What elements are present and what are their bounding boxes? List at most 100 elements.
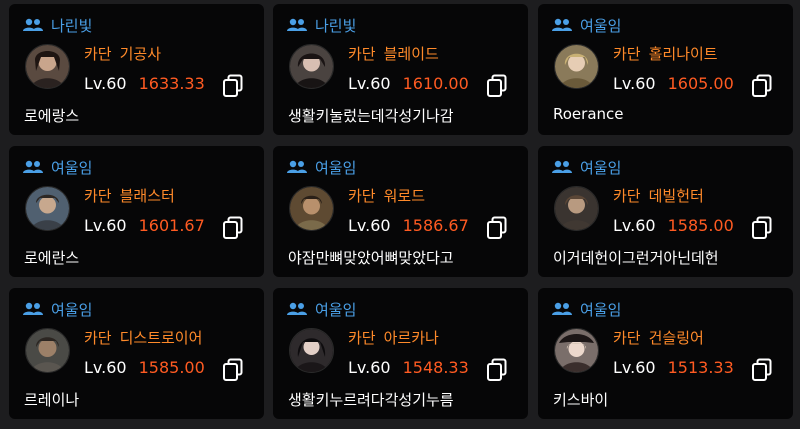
- guild-name: 여울임: [315, 158, 357, 177]
- character-card[interactable]: 나린빛 카단 기공사 Lv.60 1633.33 로에랑스: [9, 4, 264, 135]
- copy-icon[interactable]: [751, 216, 773, 240]
- class-row: 카단 기공사: [84, 43, 161, 64]
- character-card[interactable]: 나린빛 카단 블레이드 Lv.60 1610.00 생활키눌렀는데각성기나감: [273, 4, 528, 135]
- stats-row: Lv.60 1513.33: [613, 358, 734, 377]
- item-level: 1605.00: [667, 74, 734, 93]
- guild-row: 여울임: [287, 156, 356, 178]
- stats-row: Lv.60 1633.33: [84, 74, 205, 93]
- item-level: 1610.00: [402, 74, 469, 93]
- item-level: 1601.67: [138, 216, 205, 235]
- server-name: 카단: [613, 45, 641, 63]
- copy-icon[interactable]: [486, 216, 508, 240]
- character-level: Lv.60: [348, 216, 391, 235]
- character-portrait-icon: [25, 328, 70, 373]
- character-level: Lv.60: [348, 74, 391, 93]
- character-name: 로에란스: [24, 249, 80, 267]
- item-level: 1585.00: [667, 216, 734, 235]
- copy-icon[interactable]: [751, 358, 773, 382]
- character-level: Lv.60: [84, 74, 127, 93]
- character-level: Lv.60: [613, 74, 656, 93]
- server-name: 카단: [84, 45, 112, 63]
- character-portrait-icon: [25, 44, 70, 89]
- server-name: 카단: [348, 45, 376, 63]
- class-name: 디스트로이어: [119, 329, 203, 347]
- people-icon: [23, 302, 43, 315]
- server-name: 카단: [348, 329, 376, 347]
- people-icon: [23, 160, 43, 173]
- guild-row: 여울임: [552, 156, 621, 178]
- character-card[interactable]: 여울임 카단 워로드 Lv.60 1586.67 야잠만뼈맞았어뼈맞았다고: [273, 146, 528, 277]
- character-name: 로에랑스: [24, 107, 80, 125]
- character-portrait-icon: [289, 44, 334, 89]
- character-card[interactable]: 여울임 카단 아르카나 Lv.60 1548.33 생활키누르려다각성기누름: [273, 288, 528, 419]
- item-level: 1513.33: [667, 358, 734, 377]
- server-name: 카단: [348, 187, 376, 205]
- people-icon: [552, 302, 572, 315]
- stats-row: Lv.60 1605.00: [613, 74, 734, 93]
- server-name: 카단: [84, 187, 112, 205]
- class-row: 카단 데빌헌터: [613, 185, 704, 206]
- guild-row: 여울임: [23, 298, 92, 320]
- stats-row: Lv.60 1548.33: [348, 358, 469, 377]
- character-card[interactable]: 여울임 카단 건슬링어 Lv.60 1513.33 키스바이: [538, 288, 793, 419]
- character-portrait-icon: [554, 328, 599, 373]
- character-level: Lv.60: [613, 358, 656, 377]
- item-level: 1586.67: [402, 216, 469, 235]
- people-icon: [552, 160, 572, 173]
- character-level: Lv.60: [84, 216, 127, 235]
- character-card[interactable]: 여울임 카단 블래스터 Lv.60 1601.67 로에란스: [9, 146, 264, 277]
- guild-name: 여울임: [51, 158, 93, 177]
- character-card[interactable]: 여울임 카단 디스트로이어 Lv.60 1585.00 르레이나: [9, 288, 264, 419]
- class-row: 카단 아르카나: [348, 327, 439, 348]
- class-name: 기공사: [119, 45, 162, 63]
- people-icon: [287, 160, 307, 173]
- class-name: 데빌헌터: [648, 187, 704, 205]
- stats-row: Lv.60 1586.67: [348, 216, 469, 235]
- character-portrait-icon: [289, 186, 334, 231]
- character-name: 키스바이: [553, 391, 609, 409]
- class-row: 카단 홀리나이트: [613, 43, 718, 64]
- character-portrait-icon: [25, 186, 70, 231]
- guild-name: 여울임: [580, 158, 622, 177]
- stats-row: Lv.60 1585.00: [84, 358, 205, 377]
- guild-row: 나린빛: [23, 14, 92, 36]
- character-name: 이거데헌이그런거아닌데헌: [553, 249, 719, 267]
- stats-row: Lv.60 1610.00: [348, 74, 469, 93]
- class-name: 홀리나이트: [648, 45, 718, 63]
- stats-row: Lv.60 1585.00: [613, 216, 734, 235]
- class-name: 블래스터: [119, 187, 175, 205]
- class-name: 블레이드: [383, 45, 439, 63]
- copy-icon[interactable]: [222, 216, 244, 240]
- item-level: 1548.33: [402, 358, 469, 377]
- copy-icon[interactable]: [486, 358, 508, 382]
- item-level: 1585.00: [138, 358, 205, 377]
- server-name: 카단: [613, 187, 641, 205]
- item-level: 1633.33: [138, 74, 205, 93]
- character-name: 생활키눌렀는데각성기나감: [288, 107, 454, 125]
- guild-name: 여울임: [580, 300, 622, 319]
- guild-row: 여울임: [23, 156, 92, 178]
- guild-row: 나린빛: [287, 14, 356, 36]
- guild-name: 나린빛: [51, 16, 93, 35]
- character-name: Roerance: [553, 105, 624, 123]
- guild-name: 여울임: [315, 300, 357, 319]
- character-portrait-icon: [554, 44, 599, 89]
- character-name: 생활키누르려다각성기누름: [288, 391, 454, 409]
- people-icon: [287, 302, 307, 315]
- character-level: Lv.60: [84, 358, 127, 377]
- copy-icon[interactable]: [222, 358, 244, 382]
- people-icon: [23, 18, 43, 31]
- guild-name: 여울임: [580, 16, 622, 35]
- character-card[interactable]: 여울임 카단 홀리나이트 Lv.60 1605.00 Roerance: [538, 4, 793, 135]
- copy-icon[interactable]: [751, 74, 773, 98]
- guild-name: 나린빛: [315, 16, 357, 35]
- people-icon: [552, 18, 572, 31]
- class-row: 카단 블레이드: [348, 43, 439, 64]
- character-portrait-icon: [289, 328, 334, 373]
- character-card[interactable]: 여울임 카단 데빌헌터 Lv.60 1585.00 이거데헌이그런거아닌데헌: [538, 146, 793, 277]
- copy-icon[interactable]: [486, 74, 508, 98]
- copy-icon[interactable]: [222, 74, 244, 98]
- class-name: 건슬링어: [648, 329, 704, 347]
- character-name: 야잠만뼈맞았어뼈맞았다고: [288, 249, 454, 267]
- guild-row: 여울임: [552, 14, 621, 36]
